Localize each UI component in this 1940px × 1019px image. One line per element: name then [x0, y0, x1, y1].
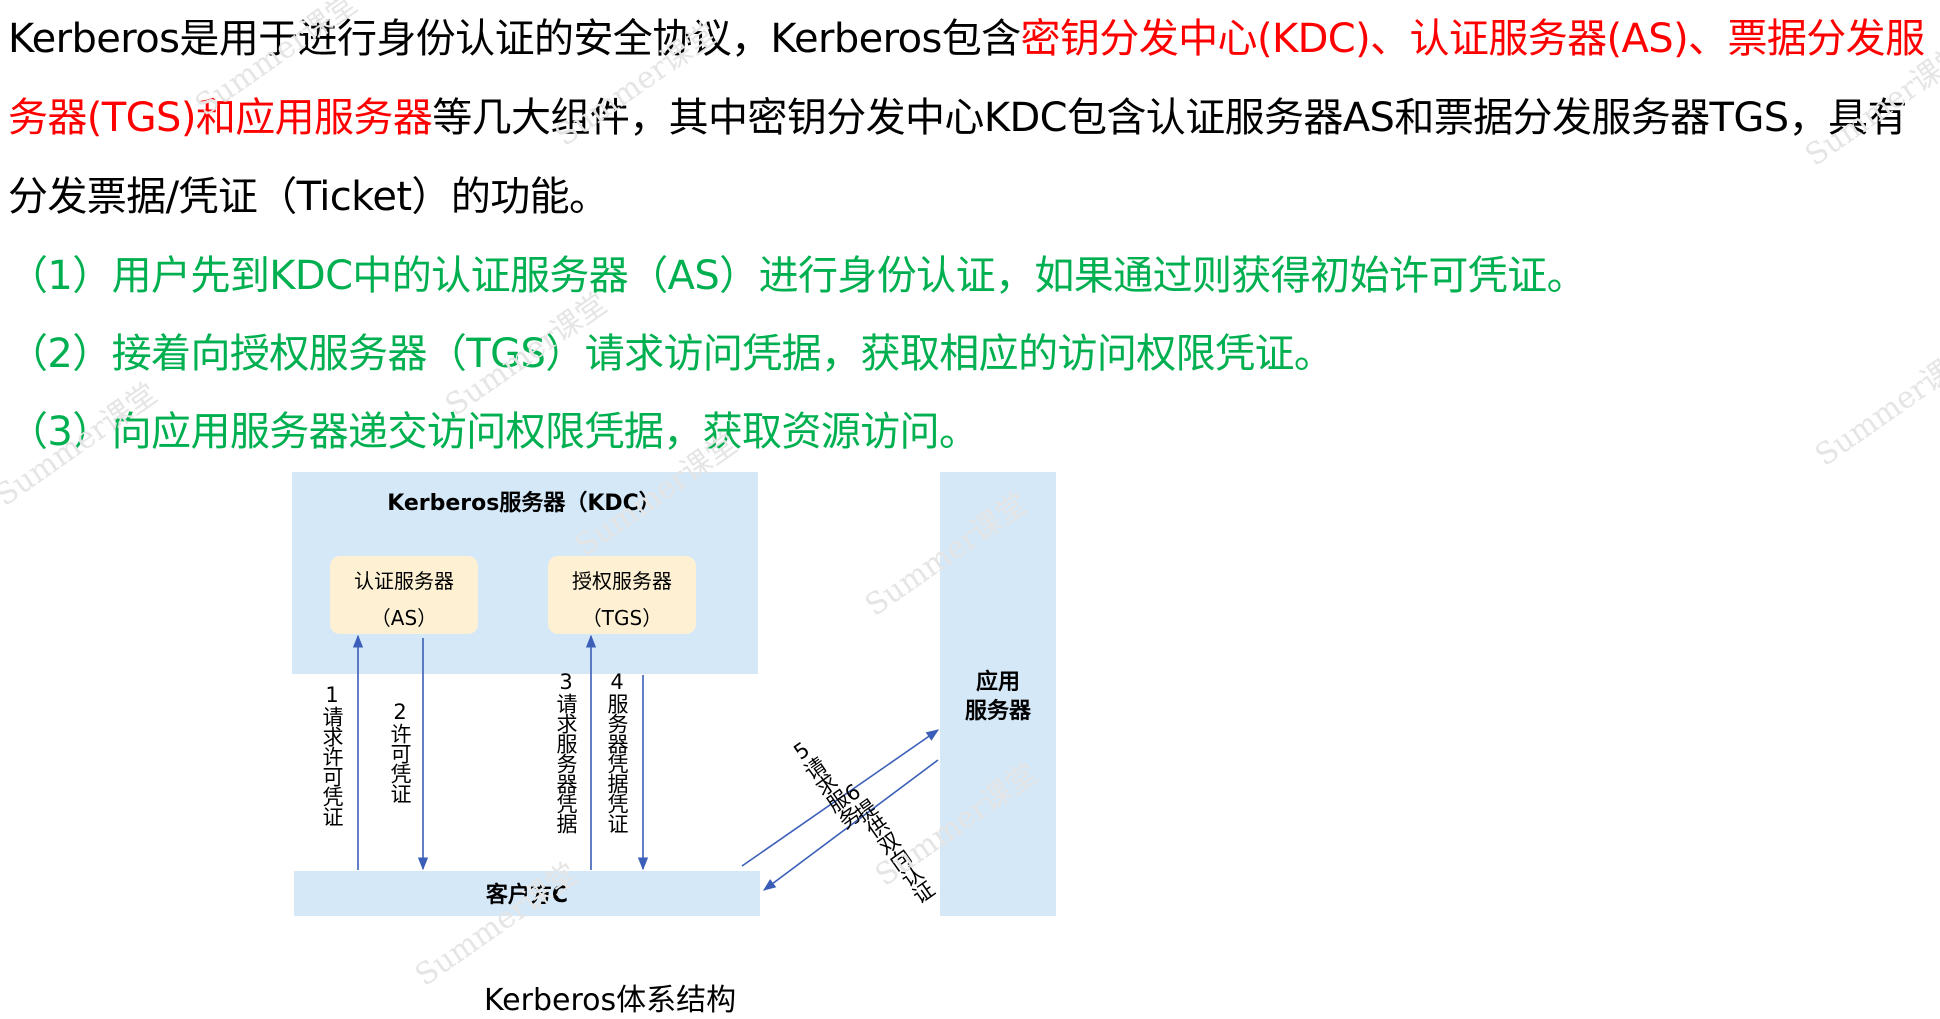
arrow-3-label: 3请求服务器凭据 — [554, 670, 578, 833]
diagram-caption: Kerberos体系结构 — [484, 983, 737, 1018]
client-label: 客户方C — [486, 882, 568, 908]
arrow-2-label: 2许可凭证 — [388, 700, 412, 803]
tgs-abbr: （TGS） — [582, 606, 662, 630]
tgs-name: 授权服务器 — [572, 569, 672, 593]
app-server-line1: 应用 — [976, 669, 1020, 695]
app-server-line2: 服务器 — [965, 699, 1032, 724]
kerberos-diagram: Kerberos服务器（KDC） 认证服务器 （AS） 授权服务器 （TGS） … — [292, 472, 1056, 916]
as-abbr: （AS） — [371, 606, 437, 630]
as-name: 认证服务器 — [354, 569, 454, 593]
arrow-1-label: 1请求许可凭证 — [320, 683, 344, 826]
arrow-4-label: 4服务器凭据凭证 — [605, 670, 629, 833]
kdc-title: Kerberos服务器（KDC） — [387, 491, 661, 516]
